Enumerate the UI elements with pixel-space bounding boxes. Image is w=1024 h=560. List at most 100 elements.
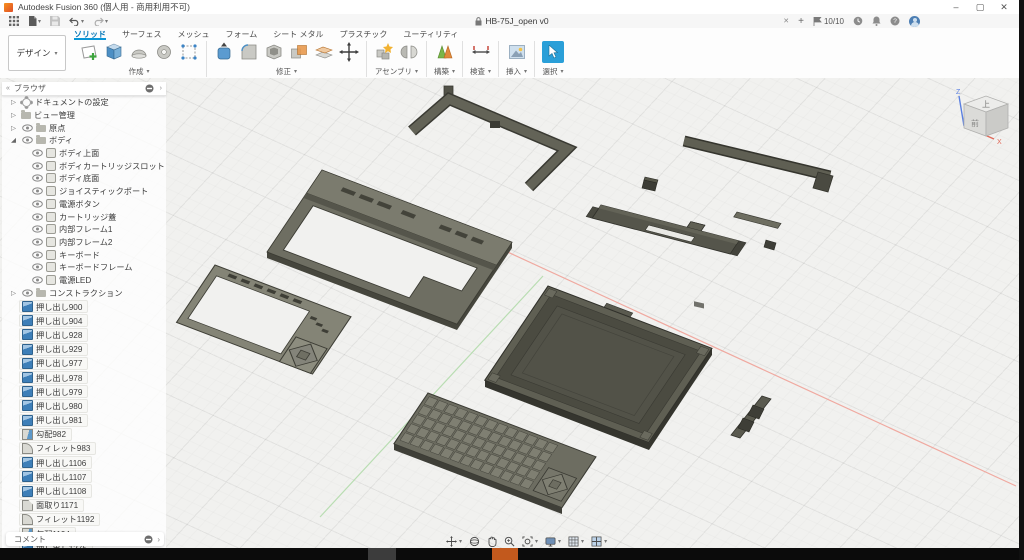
visibility-eye-icon[interactable] — [31, 187, 43, 195]
insert-image-icon[interactable] — [507, 42, 527, 62]
group-label-assemble[interactable]: アセンブリ▾ — [375, 66, 418, 77]
part-inner-frame-1[interactable] — [412, 86, 567, 187]
part-body-bottom[interactable] — [485, 282, 715, 443]
browser-tree-item[interactable]: キーボードフレーム — [2, 261, 166, 274]
new-component-icon[interactable] — [374, 42, 394, 62]
part-cartridge-slot[interactable] — [586, 198, 750, 256]
expand-toggle-icon[interactable]: ▷ — [9, 98, 18, 106]
visibility-eye-icon[interactable] — [31, 174, 43, 182]
visibility-eye-icon[interactable] — [31, 263, 43, 271]
group-label-insert[interactable]: 挿入▾ — [506, 66, 527, 77]
browser-tree-item[interactable]: カートリッジ蓋 — [2, 210, 166, 223]
job-status-badge[interactable]: 10/10 — [813, 17, 844, 26]
part-power-led[interactable] — [764, 240, 776, 250]
app-grid-menu-icon[interactable] — [9, 16, 19, 26]
ribbon-tab[interactable]: プラスチック — [340, 29, 388, 40]
panel-options-icon[interactable] — [145, 84, 154, 93]
browser-feature-item[interactable]: 押し出し1106 — [19, 456, 92, 469]
restore-button[interactable]: ▢ — [968, 2, 992, 13]
ribbon-tab[interactable]: シート メタル — [273, 29, 323, 40]
shell-icon[interactable] — [264, 42, 284, 62]
comments-options-icon[interactable] — [144, 535, 153, 544]
move-icon[interactable] — [339, 42, 359, 62]
help-icon[interactable]: ? — [890, 16, 900, 26]
browser-tree-item[interactable]: 電源ボタン — [2, 198, 166, 211]
group-label-construct[interactable]: 構築▾ — [434, 66, 455, 77]
part-joystick-port[interactable] — [731, 396, 771, 438]
primitive-box-icon[interactable] — [179, 42, 199, 62]
visibility-eye-icon[interactable] — [31, 251, 43, 259]
group-label-inspect[interactable]: 検査▾ — [470, 66, 491, 77]
browser-feature-item[interactable]: 押し出し900 — [19, 300, 88, 313]
revolve-icon[interactable] — [129, 42, 149, 62]
tab-close-icon[interactable]: ✕ — [783, 17, 789, 25]
design-workspace-dropdown[interactable]: デザイン▾ — [8, 35, 66, 71]
measure-icon[interactable] — [471, 42, 491, 62]
browser-feature-item[interactable]: 勾配982 — [19, 428, 72, 441]
browser-feature-item[interactable]: 面取り1171 — [19, 499, 84, 512]
zoom-icon[interactable] — [504, 536, 515, 547]
ribbon-tab[interactable]: フォーム — [226, 29, 258, 40]
tab-add-icon[interactable]: + — [798, 16, 804, 27]
browser-tree-item[interactable]: ▷原点 — [2, 121, 166, 134]
joint-icon[interactable] — [399, 42, 419, 62]
collapse-panel-icon[interactable]: « — [6, 85, 10, 92]
visibility-eye-icon[interactable] — [31, 213, 43, 221]
browser-tree-item[interactable]: ボディ上面 — [2, 147, 166, 160]
browser-tree-item[interactable]: 電源LED — [2, 274, 166, 287]
browser-feature-item[interactable]: 押し出し979 — [19, 385, 88, 398]
browser-tree-item[interactable]: 内部フレーム2 — [2, 236, 166, 249]
ribbon-tab[interactable]: ソリッド — [74, 29, 106, 40]
browser-tree-item[interactable]: キーボード — [2, 248, 166, 261]
comments-expand-icon[interactable]: › — [157, 535, 160, 544]
visibility-eye-icon[interactable] — [31, 225, 43, 233]
fillet-icon[interactable] — [239, 42, 259, 62]
group-label-create[interactable]: 作成▾ — [128, 66, 149, 77]
bell-icon[interactable] — [872, 16, 881, 26]
ribbon-tab[interactable]: サーフェス — [122, 29, 162, 40]
undo-icon[interactable]: ▾ — [69, 17, 84, 26]
group-label-select[interactable]: 選択▾ — [543, 66, 564, 77]
browser-tree-item[interactable]: ▷ビュー管理 — [2, 109, 166, 122]
part-cartridge-lid[interactable] — [684, 141, 833, 309]
create-sketch-icon[interactable] — [79, 42, 99, 62]
sweep-icon[interactable] — [154, 42, 174, 62]
expand-toggle-icon[interactable]: ◢ — [9, 136, 18, 144]
close-button[interactable]: ✕ — [992, 2, 1016, 13]
browser-tree-item[interactable]: ボディ底面 — [2, 172, 166, 185]
visibility-eye-icon[interactable] — [31, 162, 43, 170]
browser-feature-item[interactable]: 押し出し1108 — [19, 484, 92, 497]
browser-feature-item[interactable]: 押し出し928 — [19, 328, 88, 341]
visibility-eye-icon[interactable] — [21, 289, 33, 297]
pan-hand-icon[interactable] — [487, 536, 497, 547]
visibility-eye-icon[interactable] — [31, 238, 43, 246]
expand-toggle-icon[interactable]: ▷ — [9, 111, 18, 119]
browser-tree-item[interactable]: ▷ドキュメントの設定 — [2, 96, 166, 109]
viewports-icon[interactable]: ▾ — [591, 536, 607, 547]
browser-feature-item[interactable]: フィレット1192 — [19, 513, 100, 526]
ribbon-tab[interactable]: ユーティリティ — [403, 29, 458, 40]
combine-icon[interactable] — [289, 42, 309, 62]
redo-icon[interactable]: ▾ — [93, 17, 108, 26]
browser-tree-item[interactable]: 内部フレーム1 — [2, 223, 166, 236]
browser-header[interactable]: « ブラウザ › — [2, 82, 166, 96]
group-label-modify[interactable]: 修正▾ — [276, 66, 297, 77]
pan-icon[interactable]: ▾ — [446, 536, 462, 547]
visibility-eye-icon[interactable] — [21, 124, 33, 132]
part-power-button[interactable] — [642, 177, 658, 191]
select-cursor-icon[interactable] — [542, 41, 564, 63]
expand-toggle-icon[interactable]: ▷ — [9, 124, 18, 132]
browser-feature-item[interactable]: 押し出し904 — [19, 314, 88, 327]
expand-toggle-icon[interactable]: ▷ — [9, 289, 18, 297]
visibility-eye-icon[interactable] — [31, 200, 43, 208]
browser-feature-item[interactable]: 押し出し929 — [19, 343, 88, 356]
minimize-button[interactable]: – — [944, 2, 968, 13]
document-tab-title[interactable]: HB-75J_open v0 — [485, 16, 548, 26]
orbit-icon[interactable] — [469, 536, 480, 547]
offset-plane-icon[interactable] — [314, 42, 334, 62]
browser-tree-item[interactable]: ボディカートリッジスロット — [2, 159, 166, 172]
display-settings-icon[interactable]: ▾ — [545, 536, 561, 547]
browser-feature-item[interactable]: 押し出し978 — [19, 371, 88, 384]
browser-feature-item[interactable]: 押し出し980 — [19, 399, 88, 412]
part-keyboard-frame[interactable] — [177, 265, 352, 374]
